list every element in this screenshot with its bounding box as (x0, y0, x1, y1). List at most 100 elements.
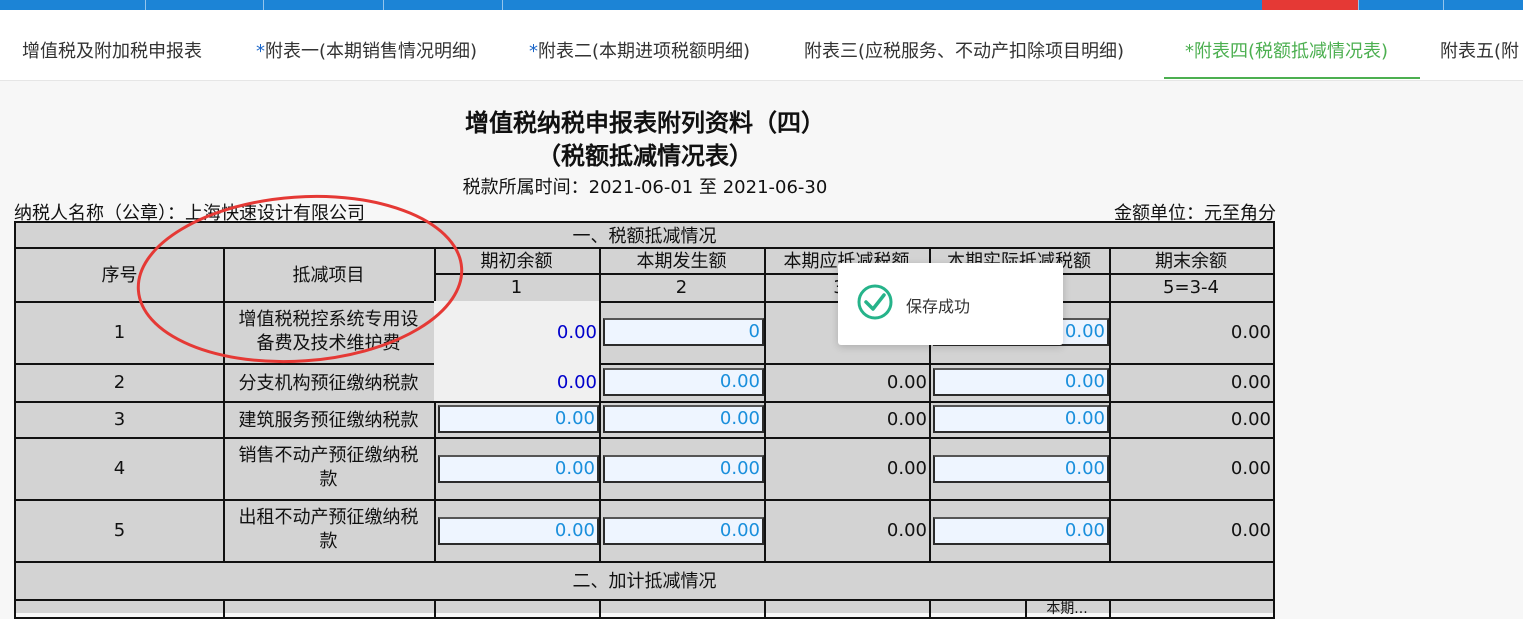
col-index-current: 2 (599, 273, 766, 303)
form-tab-bar: 增值税及附加税申报表 *附表一(本期销售情况明细) *附表二(本期进项税额明细)… (0, 10, 1523, 81)
tab-modified-marker: * (1185, 41, 1194, 62)
amount: 0.00 (1230, 371, 1271, 393)
row-item-line: 款 (319, 531, 338, 552)
row-item-line: 款 (319, 469, 338, 490)
top-nav-divider (1443, 0, 1444, 10)
col-index: 5=3-4 (1163, 276, 1219, 298)
row-seq: 5 (14, 499, 225, 563)
row-seq: 2 (14, 363, 225, 403)
tab-schedule-5[interactable]: 附表五(附 (1440, 10, 1519, 80)
row-item-line: 分支机构预征缴纳税款 (238, 373, 419, 394)
tab-schedule-3[interactable]: 附表三(应税服务、不动产扣除项目明细) (804, 10, 1124, 80)
section-title: 二、加计抵减情况 (572, 571, 717, 592)
row-actual-input[interactable]: 0.00 (933, 405, 1109, 433)
top-nav-divider (383, 0, 384, 10)
red-annotation-ellipse (136, 194, 464, 364)
section-2-cell (599, 599, 766, 619)
tab-label: 附表一(本期销售情况明细) (265, 41, 478, 62)
active-tab-indicator (1164, 77, 1420, 79)
row-current-input[interactable]: 0.00 (603, 368, 764, 396)
row-item-line: 出租不动产预征缴纳税 (238, 507, 419, 528)
row-begin-input[interactable]: 0.00 (438, 517, 599, 545)
header-label: 期末余额 (1155, 251, 1227, 272)
row-current-input[interactable]: 0 (603, 318, 764, 346)
row-actual-input[interactable]: 0.00 (933, 455, 1109, 483)
section-2-cell (14, 599, 225, 619)
row-end-balance: 0.00 (1109, 437, 1275, 501)
section-2-partial-label: 本期... (1046, 601, 1088, 617)
col-header-end: 期末余额 (1109, 247, 1275, 275)
tab-main-return[interactable]: 增值税及附加税申报表 (22, 10, 202, 80)
tab-label: 附表三(应税服务、不动产扣除项目明细) (804, 41, 1125, 62)
section-2-header: 二、加计抵减情况 (14, 561, 1275, 601)
row-seq: 4 (14, 437, 225, 501)
top-nav-divider (502, 0, 503, 10)
section-title: 一、税额抵减情况 (572, 226, 717, 247)
save-success-toast: 保存成功 (838, 263, 1063, 345)
row-end-balance: 0.00 (1109, 401, 1275, 439)
row-begin-input[interactable]: 0.00 (438, 405, 599, 433)
row-seq: 3 (14, 401, 225, 439)
top-nav-divider (263, 0, 264, 10)
col-index: 1 (510, 276, 523, 298)
header-label: 本期发生额 (636, 251, 727, 272)
tab-schedule-4[interactable]: *附表四(税额抵减情况表) (1185, 10, 1388, 80)
form-subtitle: （税额抵减情况表） (537, 142, 753, 170)
section-2-cell (223, 599, 436, 619)
row-seq-label: 4 (113, 457, 126, 479)
amount: 0.00 (556, 371, 597, 393)
row-item: 销售不动产预征缴纳税款 (223, 437, 436, 501)
row-item-line: 销售不动产预征缴纳税 (238, 445, 419, 466)
section-2-cell (1109, 599, 1275, 619)
row-current-input[interactable]: 0.00 (603, 517, 764, 545)
tab-label: 附表五(附 (1440, 41, 1520, 62)
amount: 0.00 (886, 457, 927, 479)
col-header-current: 本期发生额 (599, 247, 766, 275)
top-nav-divider (1358, 0, 1359, 10)
top-nav-bar (0, 0, 1523, 10)
section-2-cell (764, 599, 931, 619)
tab-modified-marker: * (256, 41, 265, 62)
row-deductible: 0.00 (764, 363, 931, 403)
amount: 0.00 (886, 519, 927, 541)
row-begin-balance: 0.00 (434, 363, 601, 403)
row-item: 建筑服务预征缴纳税款 (223, 401, 436, 439)
section-2-cell: 本期... (1025, 599, 1111, 619)
top-nav-divider (145, 0, 146, 10)
tab-schedule-1[interactable]: *附表一(本期销售情况明细) (256, 10, 477, 80)
row-actual-input[interactable]: 0.00 (933, 368, 1109, 396)
amount: 0.00 (556, 321, 597, 343)
col-index-end: 5=3-4 (1109, 273, 1275, 303)
row-seq-label: 3 (113, 408, 126, 430)
toast-message: 保存成功 (906, 297, 971, 316)
row-deductible: 0.00 (764, 401, 931, 439)
section-2-cell (434, 599, 601, 619)
amount: 0.00 (1230, 408, 1271, 430)
tab-schedule-2[interactable]: *附表二(本期进项税额明细) (529, 10, 750, 80)
tab-label: 增值税及附加税申报表 (22, 41, 202, 62)
row-item-line: 建筑服务预征缴纳税款 (238, 410, 419, 431)
row-item: 出租不动产预征缴纳税款 (223, 499, 436, 563)
row-begin-input[interactable]: 0.00 (438, 455, 599, 483)
form-title: 增值税纳税申报表附列资料（四） (465, 109, 825, 137)
header-label: 序号 (101, 265, 138, 286)
row-current-input[interactable]: 0.00 (603, 455, 764, 483)
top-nav-red-button[interactable] (1262, 0, 1358, 10)
row-seq-label: 2 (113, 371, 126, 393)
row-actual-input[interactable]: 0.00 (933, 517, 1109, 545)
success-check-icon (857, 284, 893, 320)
row-seq-label: 1 (113, 321, 126, 343)
amount: 0.00 (886, 371, 927, 393)
row-seq-label: 5 (113, 519, 126, 541)
amount: 0.00 (1230, 457, 1271, 479)
col-index: 2 (675, 276, 688, 298)
row-current-input[interactable]: 0.00 (603, 405, 764, 433)
section-2-cell (929, 599, 1027, 619)
row-item: 分支机构预征缴纳税款 (223, 363, 436, 403)
amount: 0.00 (1230, 321, 1271, 343)
header-label: 期初余额 (480, 251, 553, 272)
tab-label: 附表四(税额抵减情况表) (1194, 41, 1389, 62)
row-deductible: 0.00 (764, 499, 931, 563)
amount: 0.00 (1230, 519, 1271, 541)
amount: 0.00 (886, 408, 927, 430)
